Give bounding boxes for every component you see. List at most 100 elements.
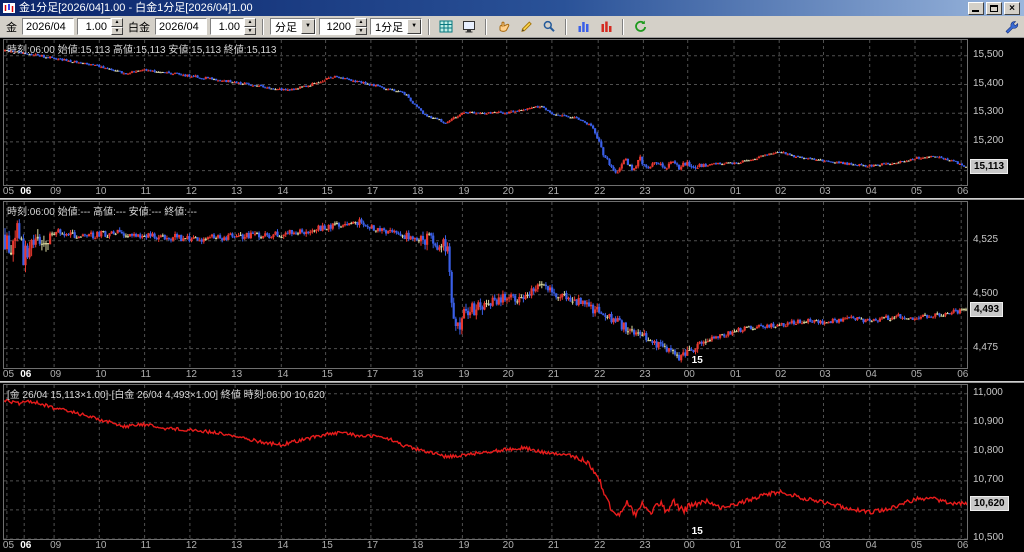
y-axis-label: 10,700 (973, 473, 1004, 485)
y-axis-label: 15,500 (973, 48, 1004, 60)
time-axis-label: 11 (140, 369, 151, 380)
y-axis-label: 4,500 (973, 287, 999, 299)
time-axis-label: 03 (819, 186, 831, 197)
period-select[interactable]: 1分足 ▼ (370, 18, 423, 35)
y-axis-label: 15,300 (973, 106, 1004, 118)
time-axis-label: 03 (819, 369, 831, 380)
time-axis-label: 06 (957, 540, 969, 551)
minimize-button[interactable] (968, 1, 984, 15)
maximize-button[interactable] (986, 1, 1002, 15)
time-axis-label: 22 (594, 186, 606, 197)
time-axis-label: 05 (910, 540, 923, 551)
toolbar-separator (428, 18, 431, 35)
time-axis-label: 18 (412, 540, 424, 551)
time-axis-label: 10 (95, 369, 107, 380)
time-axis-label: 01 (729, 369, 742, 380)
time-axis-label: 05 (910, 369, 923, 380)
spread-plot-area[interactable]: [金 26/04 15,113×1.00]-[白金 26/04 4,493×1.… (3, 384, 968, 540)
time-axis-label: 10 (95, 186, 107, 197)
time-axis-label: 19 (458, 540, 470, 551)
spread-line-chart[interactable] (4, 385, 967, 539)
gold-plot-area[interactable]: 時刻:06:00 始値:15,113 高値:15,113 安値:15,113 終… (3, 39, 968, 186)
time-axis-label: 22 (594, 540, 606, 551)
time-axis-label: 04 (865, 540, 877, 551)
close-button[interactable]: × (1004, 1, 1020, 15)
time-axis-label: 20 (502, 540, 514, 551)
settings-button[interactable] (1001, 18, 1021, 36)
time-axis-label: 13 (231, 186, 243, 197)
time-axis-label: 11 (140, 186, 151, 197)
close-icon: × (1009, 2, 1015, 14)
chart-area: 時刻:06:00 始値:15,113 高値:15,113 安値:15,113 終… (0, 38, 1024, 552)
y-axis-label: 10,800 (973, 444, 1004, 456)
time-axis-label: 21 (547, 186, 560, 197)
screen-icon (463, 21, 476, 33)
platinum-contract-input[interactable] (155, 18, 207, 35)
time-axis-label: 21 (547, 369, 560, 380)
gold-ratio-spin-up[interactable]: ▲ (111, 18, 123, 27)
time-axis-label: 22 (594, 369, 606, 380)
bar-count-spin-down[interactable]: ▼ (355, 26, 367, 35)
y-axis-label: 10,900 (973, 415, 1004, 427)
platinum-label: 白金 (128, 21, 150, 34)
y-axis-label: 4,475 (973, 341, 999, 353)
time-axis-label: 00 (683, 369, 695, 380)
bar-count-spin-up[interactable]: ▲ (355, 18, 367, 27)
platinum-time-axis: 05 06 09 10 11 12 13 14 15 17 18 19 20 21 22 23 00 01 02 03… (3, 368, 973, 381)
time-axis-label: 04 (865, 186, 877, 197)
platinum-ratio-input[interactable] (210, 18, 244, 35)
gold-ratio-input[interactable] (77, 18, 111, 35)
time-axis-label: 12 (185, 369, 197, 380)
chart-style-blue-button[interactable] (573, 17, 594, 36)
time-axis-label: 06 (20, 540, 32, 551)
draw-tool-button[interactable] (516, 17, 537, 36)
gold-ratio-spin-down[interactable]: ▼ (111, 26, 123, 35)
time-axis-label: 14 (277, 369, 289, 380)
gold-contract-input[interactable] (22, 18, 74, 35)
time-axis-label: 12 (185, 540, 197, 551)
time-axis-label: 13 (231, 369, 243, 380)
grid-icon (439, 20, 453, 33)
refresh-button[interactable] (630, 17, 651, 36)
time-axis-label: 21 (547, 540, 560, 551)
bar-count-input[interactable] (319, 18, 355, 35)
time-axis-label: 05 (2, 369, 15, 380)
y-axis-label: 4,525 (973, 233, 999, 245)
y-axis-label: 15,400 (973, 77, 1004, 89)
y-axis-label: 10,500 (973, 532, 1004, 543)
chevron-down-icon[interactable]: ▼ (407, 19, 422, 34)
chart-style-red-button[interactable] (596, 17, 617, 36)
gold-chart-panel: 時刻:06:00 始値:15,113 高値:15,113 安値:15,113 終… (0, 38, 1024, 198)
time-axis-label: 02 (775, 369, 787, 380)
time-axis-label: 06 (957, 186, 969, 197)
gold-label: 金 (6, 21, 17, 34)
time-axis-label: 18 (412, 186, 424, 197)
time-axis-label: 01 (729, 186, 742, 197)
maximize-icon (990, 4, 998, 12)
time-axis-label: 05 (910, 186, 923, 197)
zoom-icon (543, 20, 555, 32)
time-axis-label: 06 (20, 369, 32, 380)
period-type-select[interactable]: 分足 ▼ (270, 18, 316, 35)
zoom-tool-button[interactable] (539, 17, 560, 36)
screen-layout-button[interactable] (459, 17, 480, 36)
time-axis-label: 09 (50, 186, 62, 197)
toolbar-separator (622, 18, 625, 35)
toolbar-separator (485, 18, 488, 35)
toolbar: 金 ▲ ▼ 白金 ▲ ▼ 分足 ▼ ▲ ▼ 1分足 ▼ (0, 16, 1024, 38)
time-axis-label: 17 (366, 540, 379, 551)
platinum-ratio-spin-up[interactable]: ▲ (244, 18, 256, 27)
app-icon (3, 3, 15, 13)
chevron-down-icon[interactable]: ▼ (301, 19, 315, 34)
window-titlebar[interactable]: 金1分足[2026/04]1.00 - 白金1分足[2026/04]1.00 × (0, 0, 1024, 16)
time-axis-label: 15 (321, 369, 333, 380)
grid-view-button[interactable] (436, 17, 457, 36)
platinum-plot-area[interactable]: 時刻:06:00 始値:--- 高値:--- 安値:--- 終値:--- 15 (3, 201, 968, 369)
time-axis-label: 23 (639, 186, 651, 197)
platinum-ratio-spin-down[interactable]: ▼ (244, 26, 256, 35)
time-axis-label: 02 (775, 540, 787, 551)
gold-candlestick-chart[interactable] (4, 40, 967, 185)
pan-tool-button[interactable] (493, 17, 514, 36)
platinum-candlestick-chart[interactable] (4, 202, 967, 368)
time-axis-label: 02 (775, 186, 787, 197)
